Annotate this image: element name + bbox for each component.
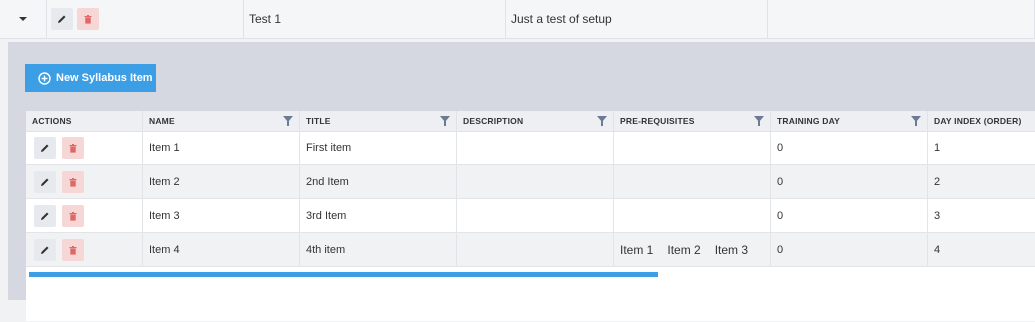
- prerequisite-tag: Item 2: [667, 243, 701, 257]
- edit-button[interactable]: [34, 137, 56, 159]
- table-row: Item 1 First item 0 1: [26, 131, 1035, 165]
- delete-button[interactable]: [62, 239, 84, 261]
- edit-button[interactable]: [34, 205, 56, 227]
- filter-icon[interactable]: [283, 116, 293, 126]
- pencil-icon: [41, 144, 49, 152]
- delete-button[interactable]: [62, 137, 84, 159]
- new-item-label: New Syllabus Item: [56, 72, 153, 84]
- column-header-prerequisites[interactable]: PRE-REQUISITES: [614, 111, 771, 131]
- table-row: Item 3 3rd Item 0 3: [26, 199, 1035, 233]
- column-label: TITLE: [306, 116, 331, 126]
- cell-prerequisites: [614, 165, 771, 199]
- column-header-description[interactable]: DESCRIPTION: [457, 111, 614, 131]
- pencil-icon: [41, 246, 49, 254]
- detail-panel: New Syllabus Item ACTIONS NAME TITLE DES…: [8, 42, 1035, 321]
- table-row: Item 4 4th item Item 1 Item 2 Item 3 0 4: [26, 233, 1035, 267]
- cell-name: Item 3: [143, 199, 300, 233]
- prerequisite-tag: Item 1: [620, 243, 654, 257]
- pencil-icon: [41, 212, 49, 220]
- caret-down-icon: [19, 17, 27, 21]
- parent-description: Just a test of setup: [511, 12, 612, 26]
- cell-name: Item 4: [143, 233, 300, 267]
- row-actions: [26, 165, 143, 199]
- cell-title: 3rd Item: [300, 199, 457, 233]
- trash-icon: [69, 177, 77, 187]
- cell-training-day: 0: [771, 131, 928, 165]
- parent-row: Test 1 Just a test of setup: [0, 0, 1035, 39]
- cell-name: Item 2: [143, 165, 300, 199]
- delete-button[interactable]: [62, 171, 84, 193]
- filter-icon[interactable]: [597, 116, 607, 126]
- cell-day-index: 1: [934, 142, 941, 154]
- delete-button[interactable]: [62, 205, 84, 227]
- cell-description: [457, 165, 614, 199]
- filter-icon[interactable]: [754, 116, 764, 126]
- cell-title: 4th item: [300, 233, 457, 267]
- parent-description-cell: Just a test of setup: [506, 0, 768, 38]
- cell-training-day: 0: [771, 233, 928, 267]
- parent-actions: [47, 0, 244, 38]
- row-actions: [26, 131, 143, 165]
- trash-icon: [69, 245, 77, 255]
- cell-prerequisites: [614, 199, 771, 233]
- cell-name: Item 1: [143, 131, 300, 165]
- row-actions: [26, 233, 143, 267]
- trash-icon: [84, 14, 92, 24]
- filter-icon[interactable]: [440, 116, 450, 126]
- cell-description: [457, 131, 614, 165]
- row-actions: [26, 199, 143, 233]
- expand-toggle[interactable]: [0, 0, 47, 38]
- column-label: NAME: [149, 116, 175, 126]
- column-header-actions[interactable]: ACTIONS: [26, 111, 143, 131]
- column-header-day-index[interactable]: DAY INDEX (ORDER): [928, 111, 1035, 131]
- cell-description: [457, 199, 614, 233]
- cell-description: [457, 233, 614, 267]
- parent-name-cell: Test 1: [244, 0, 506, 38]
- cell-prerequisites: [614, 131, 771, 165]
- column-label: TRAINING DAY: [777, 116, 841, 126]
- column-header-training-day[interactable]: TRAINING DAY: [771, 111, 928, 131]
- column-header-title[interactable]: TITLE: [300, 111, 457, 131]
- edit-button[interactable]: [51, 8, 73, 30]
- column-label: DAY INDEX (ORDER): [934, 116, 1022, 126]
- cell-training-day: 0: [771, 165, 928, 199]
- cell-day-index: 2: [934, 176, 941, 188]
- column-label: ACTIONS: [32, 116, 72, 126]
- filter-icon[interactable]: [911, 116, 921, 126]
- parent-name: Test 1: [249, 12, 282, 26]
- horizontal-scrollbar[interactable]: [29, 272, 658, 277]
- pencil-icon: [58, 15, 66, 23]
- edit-button[interactable]: [34, 171, 56, 193]
- syllabus-grid: ACTIONS NAME TITLE DESCRIPTION PRE-REQUI…: [26, 111, 1035, 321]
- table-row: Item 2 2nd Item 0 2: [26, 165, 1035, 199]
- prerequisite-tag: Item 3: [714, 243, 749, 257]
- delete-button[interactable]: [77, 8, 99, 30]
- cell-day-index: 4: [934, 244, 941, 256]
- plus-circle-icon: [38, 71, 51, 85]
- trash-icon: [69, 211, 77, 221]
- pencil-icon: [41, 178, 49, 186]
- column-header-name[interactable]: NAME: [143, 111, 300, 131]
- cell-title: 2nd Item: [300, 165, 457, 199]
- column-label: DESCRIPTION: [463, 116, 524, 126]
- new-syllabus-item-button[interactable]: New Syllabus Item: [25, 64, 156, 92]
- edit-button[interactable]: [34, 239, 56, 261]
- cell-training-day: 0: [771, 199, 928, 233]
- column-label: PRE-REQUISITES: [620, 116, 695, 126]
- cell-day-index: 3: [934, 210, 941, 222]
- parent-empty-cell: [768, 0, 1035, 38]
- trash-icon: [69, 143, 77, 153]
- cell-prerequisites: Item 1 Item 2 Item 3: [614, 233, 771, 267]
- cell-title: First item: [300, 131, 457, 165]
- grid-header: ACTIONS NAME TITLE DESCRIPTION PRE-REQUI…: [26, 111, 1035, 132]
